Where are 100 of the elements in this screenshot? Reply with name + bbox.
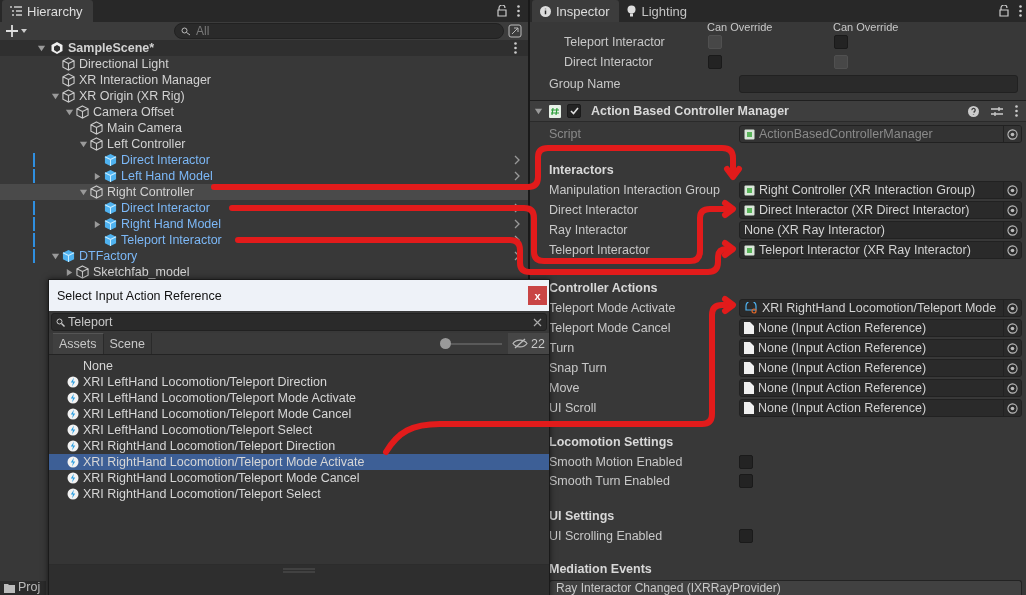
object-field[interactable]: XRI RightHand Locomotion/Teleport Mode [739,299,1022,317]
hierarchy-row[interactable]: Directional Light [0,56,528,72]
hierarchy-row[interactable]: Right Hand Model [0,216,528,232]
field-label: Teleport Interactor [549,243,651,257]
checkbox[interactable] [708,55,722,69]
close-button[interactable]: x [528,286,547,305]
expanded-arrow-icon[interactable] [64,107,74,117]
script-field: ActionBasedControllerManager [739,125,1022,143]
expanded-arrow-icon[interactable] [50,251,60,261]
hierarchy-row[interactable]: Teleport Interactor [0,232,528,248]
lock-icon[interactable] [999,5,1009,17]
list-item[interactable]: XRI RightHand Locomotion/Teleport Direction [49,438,549,454]
field-label: Smooth Motion Enabled [549,454,684,469]
more-icon[interactable] [517,5,520,17]
search-field[interactable]: Teleport [51,313,547,331]
object-field[interactable]: Teleport Interactor (XR Ray Interactor) [739,241,1022,259]
hidden-count[interactable]: 22 [508,333,549,354]
collapsed-arrow-icon[interactable] [92,171,102,181]
hierarchy-row[interactable]: Left Controller [0,136,528,152]
field-label: UI Scroll [549,401,598,415]
target-icon[interactable] [1007,322,1018,334]
target-icon[interactable] [1007,362,1018,374]
document-icon [744,402,754,414]
field-label: Manipulation Interaction Group [549,183,721,197]
list-item[interactable]: XRI RightHand Locomotion/Teleport Mode Cancel [49,470,549,486]
checkbox[interactable] [739,473,753,488]
presets-icon[interactable] [991,105,1003,117]
lightning-icon [67,456,79,468]
expanded-arrow-icon[interactable] [78,187,88,197]
field-label: Teleport Mode Cancel [549,321,672,335]
target-icon[interactable] [1007,184,1018,196]
more-icon[interactable] [1015,105,1018,117]
hierarchy-tab[interactable]: Hierarchy [2,0,93,22]
expanded-arrow-icon[interactable] [78,139,88,149]
add-dropdown-icon[interactable] [6,25,28,37]
hierarchy-row[interactable]: Sketchfab_model [0,264,528,280]
lightning-icon [67,472,79,484]
column-header: Can Override [707,21,774,33]
target-icon[interactable] [1007,402,1018,414]
hierarchy-row[interactable]: Direct Interactor [0,152,528,168]
target-icon[interactable] [1007,204,1018,216]
project-tab[interactable]: Proj [0,581,46,595]
checkbox[interactable] [834,35,848,49]
expanded-arrow-icon[interactable] [50,91,60,101]
target-icon[interactable] [1007,342,1018,354]
scene-view-icon[interactable] [508,24,522,38]
lightning-icon [67,424,79,436]
cube-icon [76,265,89,279]
light-bulb-icon [627,5,637,17]
list-item[interactable]: XRI LeftHand Locomotion/Teleport Mode Activate [49,390,549,406]
list-item[interactable]: XRI LeftHand Locomotion/Teleport Mode Cancel [49,406,549,422]
target-icon[interactable] [1007,302,1018,314]
cube-icon [104,233,117,247]
list-item[interactable]: XRI RightHand Locomotion/Teleport Mode Activate [49,454,549,470]
column-header: Can Override [833,21,900,33]
list-item[interactable]: XRI LeftHand Locomotion/Teleport Select [49,422,549,438]
more-icon[interactable] [514,42,517,54]
target-icon[interactable] [1007,128,1018,140]
hierarchy-row[interactable]: XR Origin (XR Rig) [0,88,528,104]
list-icon [10,6,22,16]
hierarchy-row[interactable]: Left Hand Model [0,168,528,184]
hierarchy-row[interactable]: Camera Offset [0,104,528,120]
hierarchy-row[interactable]: XR Interaction Manager [0,72,528,88]
enabled-checkbox[interactable] [567,104,581,118]
list-item[interactable]: XRI RightHand Locomotion/Teleport Select [49,486,549,502]
hierarchy-row[interactable]: Main Camera [0,120,528,136]
object-field[interactable]: Direct Interactor (XR Direct Interactor) [739,201,1022,219]
object-field[interactable]: None (Input Action Reference) [739,359,1022,377]
check-icon [569,107,579,115]
object-field[interactable]: None (Input Action Reference) [739,379,1022,397]
object-field[interactable]: None (XR Ray Interactor) [739,221,1022,239]
field-label: Move [549,381,581,395]
target-icon[interactable] [1007,244,1018,256]
lock-icon[interactable] [497,5,507,17]
expanded-arrow-icon[interactable] [534,106,543,116]
object-field[interactable]: None (Input Action Reference) [739,339,1022,357]
collapsed-arrow-icon[interactable] [64,267,74,277]
object-field[interactable]: None (Input Action Reference) [739,399,1022,417]
expanded-arrow-icon[interactable] [36,43,46,53]
panel-tab[interactable]: Inspector [532,0,620,22]
help-icon[interactable] [968,105,979,117]
panel-tab[interactable]: Lighting [619,0,698,22]
clear-icon[interactable] [533,317,542,327]
checkbox[interactable] [739,528,753,543]
hierarchy-row[interactable]: Direct Interactor [0,200,528,216]
picker-tab[interactable]: Assets [53,333,104,354]
list-item[interactable]: None [49,358,549,374]
cube-icon [104,201,117,215]
cube-icon [62,249,75,263]
target-icon[interactable] [1007,382,1018,394]
collapsed-arrow-icon[interactable] [92,219,102,229]
hierarchy-row[interactable]: DTFactory [0,248,528,264]
list-item[interactable]: XRI LeftHand Locomotion/Teleport Direction [49,374,549,390]
scene-name[interactable]: SampleScene* [68,41,155,55]
object-field[interactable]: Right Controller (XR Interaction Group) [739,181,1022,199]
more-icon[interactable] [1019,5,1022,17]
object-field[interactable]: None (Input Action Reference) [739,319,1022,337]
slider-thumb[interactable] [440,338,452,349]
checkbox[interactable] [739,454,753,469]
target-icon[interactable] [1007,224,1018,236]
